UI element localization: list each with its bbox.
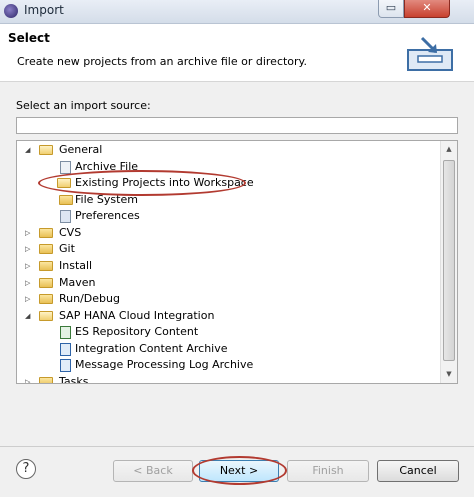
help-icon: ?	[22, 461, 30, 476]
folder-icon	[39, 377, 53, 383]
eclipse-logo-icon	[4, 4, 18, 18]
folder-icon	[39, 278, 53, 288]
filter-input[interactable]	[16, 117, 458, 134]
import-source-label: Select an import source:	[16, 99, 151, 112]
scroll-up-icon[interactable]: ▲	[441, 141, 457, 157]
collapsed-twisty-icon[interactable]: ▷	[25, 245, 33, 253]
finish-button[interactable]: Finish	[287, 460, 369, 482]
tree-item-label: Run/Debug	[59, 292, 120, 305]
expanded-twisty-icon[interactable]: ◢	[25, 312, 33, 320]
tree-item-maven[interactable]: ▷ Maven	[17, 275, 437, 291]
expanded-twisty-icon[interactable]: ◢	[25, 146, 33, 154]
help-button[interactable]: ?	[16, 459, 36, 479]
tree-item-label: SAP HANA Cloud Integration	[59, 309, 215, 322]
tree-item-message-processing-log-archive[interactable]: Message Processing Log Archive	[17, 357, 437, 373]
tree-item-label: ES Repository Content	[75, 325, 199, 338]
tree-item-tasks[interactable]: ▷ Tasks	[17, 374, 437, 384]
tree-item-integration-content-archive[interactable]: Integration Content Archive	[17, 341, 437, 357]
folder-icon	[59, 195, 73, 205]
import-wizard-icon	[407, 36, 453, 71]
cancel-button[interactable]: Cancel	[377, 460, 459, 482]
scroll-down-icon[interactable]: ▼	[441, 366, 457, 382]
scrollbar-thumb[interactable]	[443, 160, 455, 361]
page-title: Select	[8, 31, 50, 45]
tree-item-label: Integration Content Archive	[75, 342, 228, 355]
close-icon: ✕	[422, 1, 432, 14]
tree-item-general[interactable]: ◢ General	[17, 142, 437, 158]
folder-open-icon	[39, 145, 53, 155]
collapsed-twisty-icon[interactable]: ▷	[25, 378, 33, 383]
close-window-button[interactable]: ✕	[404, 0, 450, 18]
title-bar: Import ▭ ✕	[0, 0, 474, 24]
archive-file-icon	[60, 161, 71, 174]
tree-item-preferences[interactable]: Preferences	[17, 208, 437, 224]
preferences-icon	[60, 210, 71, 223]
tree-item-label: Maven	[59, 276, 96, 289]
tree-item-sap-hana-cloud-integration[interactable]: ◢ SAP HANA Cloud Integration	[17, 308, 437, 324]
tree-item-label: Git	[59, 242, 75, 255]
tree-item-cvs[interactable]: ▷ CVS	[17, 225, 437, 241]
highlight-annotation	[38, 170, 246, 196]
tree-item-label: General	[59, 143, 103, 156]
tree-item-label: Message Processing Log Archive	[75, 358, 254, 371]
tree-item-label: Preferences	[75, 209, 140, 222]
collapsed-twisty-icon[interactable]: ▷	[25, 279, 33, 287]
tree-item-install[interactable]: ▷ Install	[17, 258, 437, 274]
back-button[interactable]: < Back	[113, 460, 193, 482]
folder-icon	[39, 228, 53, 238]
tree-item-label: Install	[59, 259, 93, 272]
tree-scrollbar[interactable]: ▲ ▼	[440, 141, 457, 383]
folder-icon	[39, 261, 53, 271]
es-repository-icon	[60, 326, 71, 339]
window-title: Import	[24, 3, 64, 17]
tree-item-label: CVS	[59, 226, 82, 239]
integration-archive-icon	[60, 343, 71, 356]
folder-icon	[39, 244, 53, 254]
page-description: Create new projects from an archive file…	[17, 55, 307, 68]
maximize-icon: ▭	[385, 1, 397, 14]
collapsed-twisty-icon[interactable]: ▷	[25, 295, 33, 303]
collapsed-twisty-icon[interactable]: ▷	[25, 262, 33, 270]
tree-item-file-system[interactable]: File System	[17, 192, 437, 208]
maximize-button[interactable]: ▭	[378, 0, 404, 18]
tree-item-label: Tasks	[59, 375, 89, 384]
tree-item-git[interactable]: ▷ Git	[17, 241, 437, 257]
tree-item-es-repository-content[interactable]: ES Repository Content	[17, 324, 437, 340]
tree-item-run-debug[interactable]: ▷ Run/Debug	[17, 291, 437, 307]
folder-open-icon	[39, 311, 53, 321]
mpl-archive-icon	[60, 359, 71, 372]
highlight-annotation	[192, 456, 287, 485]
folder-icon	[39, 294, 53, 304]
wizard-header: Select Create new projects from an archi…	[0, 24, 474, 82]
collapsed-twisty-icon[interactable]: ▷	[25, 229, 33, 237]
